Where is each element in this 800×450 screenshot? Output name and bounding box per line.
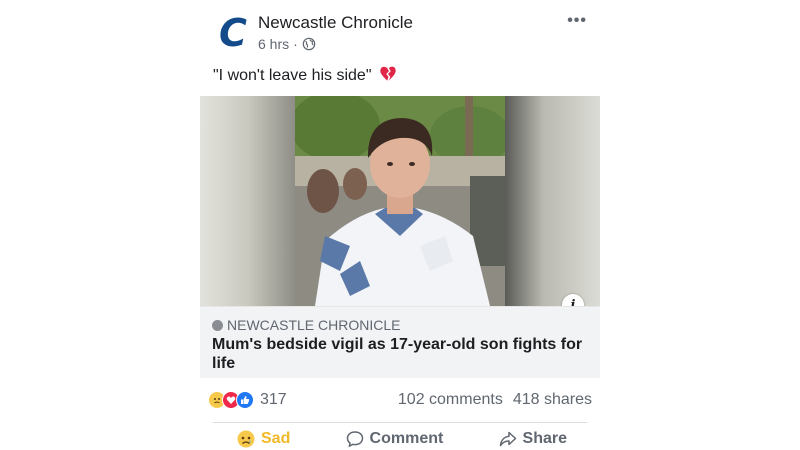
photo-illustration (295, 96, 505, 306)
share-icon (499, 431, 516, 447)
post-meta: 6 hrs · (258, 36, 316, 52)
comments-count[interactable]: 102 comments (398, 391, 503, 409)
link-image[interactable]: i (200, 96, 600, 306)
logo-letter: C (219, 11, 247, 55)
comment-icon (346, 431, 363, 448)
share-label: Share (522, 430, 567, 447)
comment-label: Comment (369, 430, 444, 447)
actions-divider (213, 422, 587, 423)
link-preview[interactable]: NEWCASTLE CHRONICLE Mum's bedside vigil … (200, 306, 600, 378)
engagement-counts: 102 comments 418 shares (398, 391, 592, 409)
sad-face-icon (237, 430, 255, 448)
like-icon (236, 391, 254, 409)
sad-reaction-button[interactable]: Sad (237, 430, 290, 448)
post-caption: "I won't leave his side" (213, 65, 397, 85)
comment-button[interactable]: Comment (346, 430, 444, 448)
globe-icon (302, 37, 316, 51)
link-title[interactable]: Mum's bedside vigil as 17-year-old son f… (212, 335, 592, 373)
post-time[interactable]: 6 hrs (258, 36, 289, 52)
source-icon (212, 319, 223, 331)
reaction-summary[interactable]: 317 (208, 391, 287, 409)
image-blur-left (200, 96, 295, 306)
caption-text: "I won't leave his side" (213, 67, 372, 84)
reaction-count: 317 (260, 391, 287, 408)
action-bar: Sad Comment Share (213, 428, 587, 450)
share-button[interactable]: Share (499, 430, 567, 448)
post-header: C Newcastle Chronicle 6 hrs · ••• (213, 10, 587, 55)
more-options-button[interactable]: ••• (567, 12, 587, 30)
image-blur-right (505, 96, 600, 306)
shares-count[interactable]: 418 shares (513, 391, 592, 409)
link-source: NEWCASTLE CHRONICLE (212, 317, 400, 333)
page-logo[interactable]: C (213, 14, 251, 52)
link-source-text: NEWCASTLE CHRONICLE (227, 317, 401, 333)
photo (295, 96, 505, 306)
page-name[interactable]: Newcastle Chronicle (258, 13, 413, 33)
post-stats: 317 102 comments 418 shares (208, 390, 592, 412)
meta-separator: · (293, 36, 298, 52)
broken-heart-icon (380, 66, 396, 81)
sad-label: Sad (261, 430, 291, 447)
facebook-post: C Newcastle Chronicle 6 hrs · ••• "I won… (200, 0, 600, 450)
